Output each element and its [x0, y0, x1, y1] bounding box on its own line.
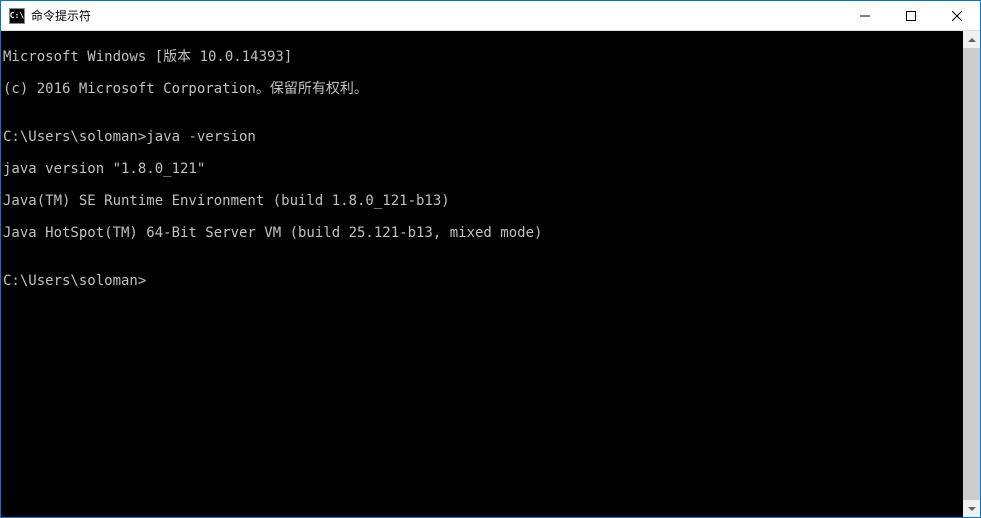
command-prompt-window: C:\ 命令提示符 Microsoft Windows [版本 10.0.143…	[0, 0, 981, 518]
scroll-thumb[interactable]	[963, 48, 980, 500]
maximize-button[interactable]	[888, 1, 934, 30]
minimize-button[interactable]	[842, 1, 888, 30]
terminal-output[interactable]: Microsoft Windows [版本 10.0.14393] (c) 20…	[1, 31, 963, 517]
scroll-up-arrow[interactable]	[963, 31, 980, 48]
chevron-down-icon	[968, 507, 976, 511]
close-icon	[952, 11, 962, 21]
scroll-track[interactable]	[963, 48, 980, 500]
prompt-line: C:\Users\soloman>	[3, 273, 963, 289]
output-line: Java HotSpot(TM) 64-Bit Server VM (build…	[3, 225, 963, 241]
vertical-scrollbar[interactable]	[963, 31, 980, 517]
close-button[interactable]	[934, 1, 980, 30]
scroll-down-arrow[interactable]	[963, 500, 980, 517]
maximize-icon	[906, 11, 916, 21]
output-line: Microsoft Windows [版本 10.0.14393]	[3, 49, 963, 65]
titlebar[interactable]: C:\ 命令提示符	[1, 1, 980, 31]
output-line: java version "1.8.0_121"	[3, 161, 963, 177]
output-line: (c) 2016 Microsoft Corporation。保留所有权利。	[3, 81, 963, 97]
output-line: Java(TM) SE Runtime Environment (build 1…	[3, 193, 963, 209]
chevron-up-icon	[968, 38, 976, 42]
app-icon: C:\	[9, 8, 25, 24]
terminal-area: Microsoft Windows [版本 10.0.14393] (c) 20…	[1, 31, 980, 517]
minimize-icon	[860, 11, 870, 21]
window-controls	[842, 1, 980, 30]
window-title: 命令提示符	[31, 7, 842, 24]
output-line: C:\Users\soloman>java -version	[3, 129, 963, 145]
